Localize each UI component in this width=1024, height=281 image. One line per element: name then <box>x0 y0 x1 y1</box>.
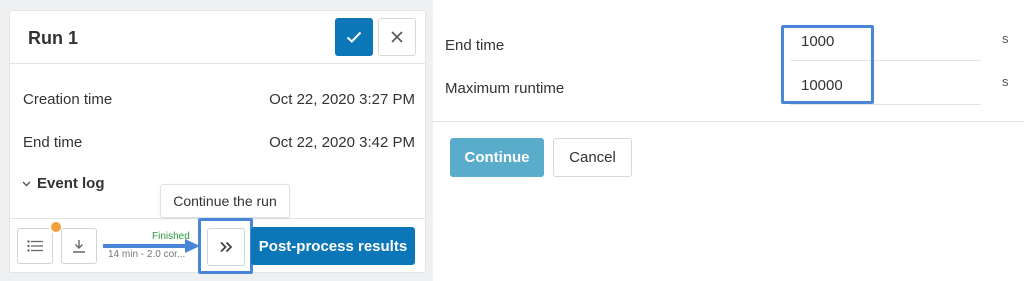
form-divider <box>433 121 1024 122</box>
list-button[interactable] <box>17 228 53 264</box>
pointer-arrow-annotation <box>103 239 200 253</box>
close-icon <box>391 31 403 43</box>
download-button[interactable] <box>61 228 97 264</box>
creation-time-label: Creation time <box>23 91 113 108</box>
input-fields-highlight <box>781 25 874 104</box>
end-time-value: Oct 22, 2020 3:42 PM <box>269 134 415 151</box>
maximum-runtime-field-label: Maximum runtime <box>445 80 565 97</box>
download-icon <box>73 240 85 253</box>
creation-time-value: Oct 22, 2020 3:27 PM <box>269 91 415 108</box>
post-process-button[interactable]: Post-process results <box>251 227 415 265</box>
event-log-label: Event log <box>37 175 105 192</box>
chevron-down-icon <box>22 181 31 186</box>
check-icon <box>346 31 362 43</box>
continue-tooltip: Continue the run <box>160 184 290 218</box>
list-icon <box>27 240 43 252</box>
cancel-button[interactable]: Cancel <box>553 138 632 177</box>
continue-button[interactable]: Continue <box>450 138 544 177</box>
end-time-unit: s <box>1002 31 1009 46</box>
end-time-field-label: End time <box>445 37 505 54</box>
continue-button-highlight <box>198 218 253 274</box>
confirm-button[interactable] <box>335 18 373 56</box>
close-button[interactable] <box>378 18 416 56</box>
event-log-toggle[interactable]: Event log <box>22 175 105 192</box>
run-title: Run 1 <box>28 28 79 48</box>
maximum-runtime-unit: s <box>1002 74 1009 89</box>
run-card-header: Run 1 <box>10 11 425 64</box>
end-time-label: End time <box>23 134 83 151</box>
